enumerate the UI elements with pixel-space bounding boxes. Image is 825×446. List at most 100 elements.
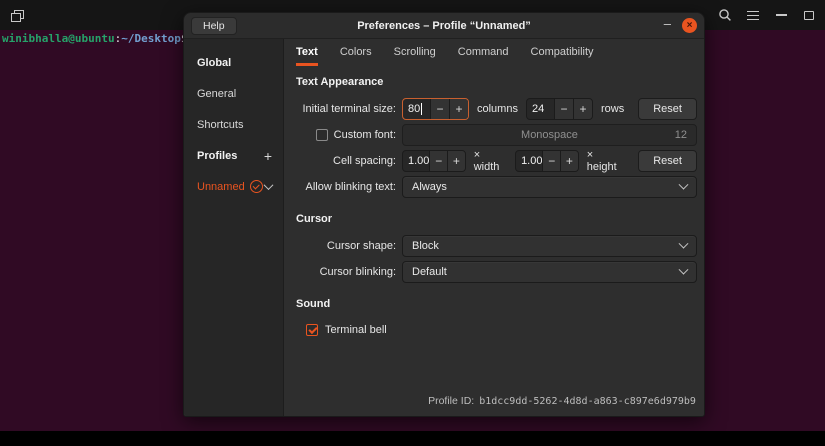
dialog-title: Preferences – Profile “Unnamed” xyxy=(357,19,531,32)
rows-decrement-button[interactable]: − xyxy=(553,99,573,119)
chevron-down-icon[interactable] xyxy=(263,180,274,191)
blinking-text-dropdown[interactable]: Always xyxy=(402,176,697,198)
profile-id-label: Profile ID: xyxy=(428,395,475,407)
rows-increment-button[interactable]: + xyxy=(572,99,592,119)
search-icon[interactable] xyxy=(717,7,733,23)
chevron-down-icon xyxy=(678,179,689,190)
hamburger-glyph xyxy=(747,10,759,20)
cursor-blinking-row: Cursor blinking: Default xyxy=(296,260,697,284)
height-spinner[interactable]: 1.00 − + xyxy=(515,150,579,172)
dialog-headerbar: Help Preferences – Profile “Unnamed” – × xyxy=(184,13,704,39)
chevron-down-icon xyxy=(678,264,689,275)
terminal-prompt: winibhalla@ubuntu:~/Desktop$ xyxy=(2,32,200,46)
tab-compatibility[interactable]: Compatibility xyxy=(531,39,594,66)
width-spinner[interactable]: 1.00 − + xyxy=(402,150,466,172)
chevron-down-icon xyxy=(678,238,689,249)
window-restore-icon[interactable] xyxy=(8,7,24,23)
dialog-body: Global General Shortcuts Profiles + Unna… xyxy=(184,39,704,416)
cursor-blinking-label: Cursor blinking: xyxy=(319,266,396,278)
cursor-shape-row: Cursor shape: Block xyxy=(296,234,697,258)
profile-settings-panel: Text Colors Scrolling Command Compatibil… xyxy=(284,39,704,416)
cursor-blinking-value: Default xyxy=(412,266,447,278)
columns-decrement-button[interactable]: − xyxy=(430,99,449,119)
cursor-blinking-dropdown[interactable]: Default xyxy=(402,261,697,283)
cursor-shape-value: Block xyxy=(412,240,439,252)
blinking-text-value: Always xyxy=(412,181,447,193)
sidebar-item-unnamed[interactable]: Unnamed xyxy=(184,171,283,202)
cell-spacing-row: Cell spacing: 1.00 − + × width 1.00 − + xyxy=(296,149,697,173)
section-title-sound: Sound xyxy=(296,298,331,310)
columns-unit-label: columns xyxy=(477,103,518,115)
height-unit-label: × height xyxy=(586,149,617,173)
columns-spinner[interactable]: 80 − + xyxy=(402,98,469,120)
custom-font-label-cell: Custom font: xyxy=(296,129,396,141)
initial-terminal-size-row: Initial terminal size: 80 − + columns 24… xyxy=(296,97,697,121)
height-value-text: 1.00 xyxy=(521,155,543,167)
tab-text[interactable]: Text xyxy=(296,39,318,66)
font-picker-button[interactable]: Monospace 12 xyxy=(402,124,697,146)
default-profile-check-icon xyxy=(249,180,263,193)
close-button[interactable]: × xyxy=(682,18,697,33)
terminal-bell-label: Terminal bell xyxy=(325,324,387,336)
text-caret xyxy=(421,103,423,115)
maximize-glyph xyxy=(804,10,814,20)
sidebar-header-global: Global xyxy=(197,56,232,69)
custom-font-checkbox[interactable] xyxy=(315,129,328,141)
cell-spacing-label: Cell spacing: xyxy=(333,155,396,167)
terminal-bell-checkbox[interactable] xyxy=(306,324,318,336)
sidebar-item-shortcuts[interactable]: Shortcuts xyxy=(184,109,283,140)
minimize-button[interactable]: – xyxy=(662,17,673,34)
tab-command[interactable]: Command xyxy=(458,39,509,66)
section-title-cursor: Cursor xyxy=(296,213,333,225)
sidebar-header-profiles: Profiles + xyxy=(184,140,283,171)
sidebar-item-general[interactable]: General xyxy=(184,78,283,109)
rows-value-text: 24 xyxy=(531,103,545,115)
initial-size-label: Initial terminal size: xyxy=(302,103,396,115)
preferences-dialog: Help Preferences – Profile “Unnamed” – ×… xyxy=(183,12,705,417)
cursor-shape-label: Cursor shape: xyxy=(326,240,396,252)
blinking-text-row: Allow blinking text: Always xyxy=(296,175,697,199)
profiles-header-label: Profiles xyxy=(197,149,238,162)
tab-scrolling[interactable]: Scrolling xyxy=(394,39,436,66)
width-decrement-button[interactable]: − xyxy=(429,151,448,171)
sidebar: Global General Shortcuts Profiles + Unna… xyxy=(184,39,284,416)
add-profile-button[interactable]: + xyxy=(264,149,272,163)
profile-id: Profile ID: b1dcc9dd-5262-4d8d-a863-c897… xyxy=(428,395,696,407)
columns-increment-button[interactable]: + xyxy=(449,99,468,119)
help-button[interactable]: Help xyxy=(191,16,237,35)
desktop: winibhalla@ubuntu:~/Desktop$ Help Prefer… xyxy=(0,0,825,446)
rows-spinner[interactable]: 24 − + xyxy=(525,98,593,120)
tab-colors[interactable]: Colors xyxy=(340,39,372,66)
profile-id-value: b1dcc9dd-5262-4d8d-a863-c897e6d979b9 xyxy=(479,396,696,407)
width-value[interactable]: 1.00 xyxy=(403,151,429,171)
custom-font-label: Custom font: xyxy=(333,129,396,141)
terminal-bell-row: Terminal bell xyxy=(306,319,697,341)
reset-size-button[interactable]: Reset xyxy=(638,98,697,120)
window-restore-glyph xyxy=(10,10,24,22)
cursor-shape-dropdown[interactable]: Block xyxy=(402,235,697,257)
prompt-user: winibhalla@ubuntu xyxy=(2,32,115,45)
profile-name-label: Unnamed xyxy=(197,180,245,193)
dialog-window-controls: – × xyxy=(662,17,697,34)
titlebar-buttons xyxy=(717,0,817,30)
height-value[interactable]: 1.00 xyxy=(516,151,542,171)
reset-spacing-button[interactable]: Reset xyxy=(638,150,697,172)
menu-icon[interactable] xyxy=(745,7,761,23)
rows-value[interactable]: 24 xyxy=(527,99,554,119)
height-increment-button[interactable]: + xyxy=(560,151,578,171)
height-decrement-button[interactable]: − xyxy=(542,151,561,171)
minimize-icon[interactable] xyxy=(773,7,789,23)
tab-content: Text Appearance Initial terminal size: 8… xyxy=(284,66,704,416)
width-value-text: 1.00 xyxy=(408,155,430,167)
custom-font-row: Custom font: Monospace 12 xyxy=(296,123,697,147)
rows-unit-label: rows xyxy=(600,103,625,115)
width-increment-button[interactable]: + xyxy=(447,151,465,171)
font-size: 12 xyxy=(674,129,687,141)
columns-value-text: 80 xyxy=(408,103,421,115)
tab-bar: Text Colors Scrolling Command Compatibil… xyxy=(284,39,704,66)
search-glyph xyxy=(719,9,731,21)
blinking-text-label: Allow blinking text: xyxy=(305,181,397,193)
columns-value[interactable]: 80 xyxy=(403,99,430,119)
section-title-text-appearance: Text Appearance xyxy=(296,76,384,88)
maximize-icon[interactable] xyxy=(801,7,817,23)
